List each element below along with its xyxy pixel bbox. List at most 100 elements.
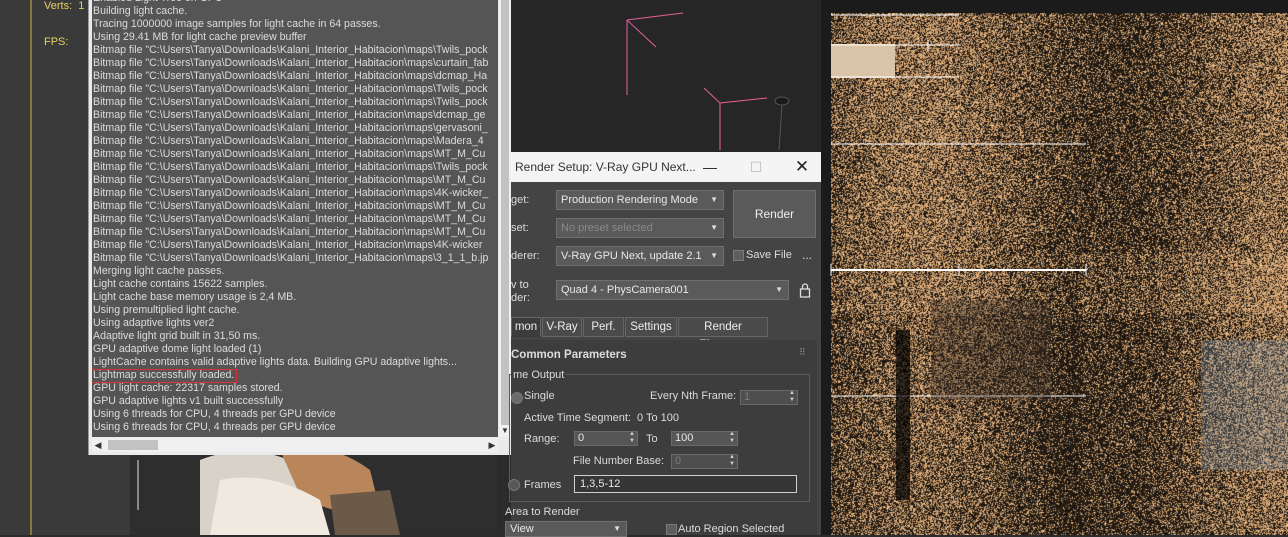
chevron-down-icon: ▼ [613,524,621,533]
maximize-icon[interactable]: ☐ [733,152,779,182]
log-line: Bitmap file "C:\Users\Tanya\Downloads\Ka… [93,83,488,95]
log-line: Bitmap file "C:\Users\Tanya\Downloads\Ka… [93,70,488,82]
view-to-render-label-line2: der: [511,292,530,304]
frames-input[interactable]: 1,3,5-12 [574,475,797,493]
range-end-value: 100 [675,432,694,444]
log-line: Using 29.41 MB for light cache preview b… [93,31,307,43]
log-line: LightCache contains valid adaptive light… [93,356,457,368]
scroll-right-arrow-icon[interactable]: ▶ [486,438,498,452]
frames-value: 1,3,5-12 [580,478,621,490]
vray-log-window[interactable]: Enabled Light Tree on GPUBuilding light … [88,0,513,455]
chevron-down-icon: ▼ [710,195,718,204]
tab-common[interactable]: mon [511,317,541,337]
every-nth-frame-spinner[interactable]: 1 ▲ ▼ [740,390,798,405]
auto-region-selected-checkbox[interactable] [666,524,677,535]
file-number-base-spinner[interactable]: 0 ▲ ▼ [671,454,738,469]
minimize-icon[interactable]: — [687,152,733,182]
log-line: Bitmap file "C:\Users\Tanya\Downloads\Ka… [93,174,486,186]
time-output-label: me Output [511,369,567,381]
tab-settings[interactable]: Settings [625,317,677,337]
log-horizontal-scroll-thumb[interactable] [108,440,158,450]
range-label: Range: [524,433,560,445]
lock-icon[interactable] [799,282,811,298]
dialog-title-bar[interactable]: Render Setup: V-Ray GPU Next... — ☐ ✕ [511,152,821,182]
log-line: Using 6 threads for CPU, 4 threads per G… [93,421,336,433]
log-vertical-scrollbar[interactable]: ▼ [499,0,511,437]
log-line: Bitmap file "C:\Users\Tanya\Downloads\Ka… [93,252,489,264]
range-start-value: 0 [578,432,585,444]
log-line: Using 6 threads for CPU, 4 threads per G… [93,408,336,420]
active-time-segment-label: Active Time Segment: [524,412,631,424]
log-line: Bitmap file "C:\Users\Tanya\Downloads\Ka… [93,239,483,251]
log-line: Light cache base memory usage is 2,4 MB. [93,291,297,303]
active-time-segment-value: 0 To 100 [637,412,680,424]
spinner-arrows-icon[interactable]: ▲ ▼ [629,431,635,445]
preset-value: No preset selected [561,222,653,234]
save-file-label: Save File [746,249,792,261]
view-to-render-value: Quad 4 - PhysCamera001 [561,284,689,296]
log-line: Using premultiplied light cache. [93,304,240,316]
renderer-value: V-Ray GPU Next, update 2.1 [561,250,702,262]
rollout-grip-icon: ⠿ [799,347,806,357]
log-line: Tracing 1000000 image samples for light … [93,18,381,30]
tab-render-elements[interactable]: Render Elements [678,317,768,351]
file-number-base-label: File Number Base: [573,455,665,467]
common-parameters-rollout[interactable]: Common Parameters ⠿ me Output Single Eve… [505,340,817,537]
auto-region-selected-label: Auto Region Selected [678,523,785,535]
single-radio[interactable] [511,392,523,404]
close-icon[interactable]: ✕ [779,152,825,182]
viewport-stats: Verts: 1 FPS: [44,0,84,72]
render-setup-dialog[interactable]: Render Setup: V-Ray GPU Next... — ☐ ✕ ge… [505,152,821,537]
area-to-render-value: View [510,523,534,535]
log-horizontal-scrollbar[interactable]: ◀ ▶ [92,438,498,452]
save-file-browse-button[interactable]: ... [802,248,812,262]
chevron-down-icon: ▼ [710,251,718,260]
range-end-spinner[interactable]: 100 ▲ ▼ [671,431,738,446]
log-text-area[interactable]: Enabled Light Tree on GPUBuilding light … [92,0,498,437]
log-vertical-scroll-thumb[interactable] [501,0,509,425]
rollout-title: Common Parameters [511,349,627,361]
dialog-title: Render Setup: V-Ray GPU Next... [515,160,696,174]
tab-perf[interactable]: Perf. [583,317,624,337]
log-line: Bitmap file "C:\Users\Tanya\Downloads\Ka… [93,44,488,56]
tab-vray[interactable]: V-Ray [542,317,582,337]
renderer-dropdown[interactable]: V-Ray GPU Next, update 2.1 ▼ [556,246,724,266]
frames-radio[interactable] [508,479,520,491]
log-line: GPU adaptive lights v1 built successfull… [93,395,284,407]
area-to-render-label: Area to Render [505,506,580,518]
chevron-down-icon: ▼ [775,285,783,294]
target-value: Production Rendering Mode [561,194,698,206]
viewport-border [30,0,32,535]
spinner-arrows-icon[interactable]: ▲ ▼ [729,431,735,445]
log-line: Using adaptive lights ver2 [93,317,215,329]
spinner-arrows-icon[interactable]: ▲ ▼ [789,390,795,404]
vray-frame-buffer[interactable] [821,0,1288,535]
preset-dropdown[interactable]: No preset selected ▼ [556,218,724,238]
log-line: Bitmap file "C:\Users\Tanya\Downloads\Ka… [93,161,488,173]
log-line-highlight [92,369,237,383]
target-dropdown[interactable]: Production Rendering Mode ▼ [556,190,724,210]
log-line: Bitmap file "C:\Users\Tanya\Downloads\Ka… [93,200,486,212]
log-line: Bitmap file "C:\Users\Tanya\Downloads\Ka… [93,135,484,147]
every-nth-frame-value: 1 [744,391,751,403]
range-start-spinner[interactable]: 0 ▲ ▼ [574,431,638,446]
file-number-base-value: 0 [675,455,682,467]
scroll-left-arrow-icon[interactable]: ◀ [92,438,104,452]
every-nth-frame-label: Every Nth Frame: [650,390,737,402]
log-line: Bitmap file "C:\Users\Tanya\Downloads\Ka… [93,226,486,238]
log-line: Light cache contains 15622 samples. [93,278,268,290]
log-line: Bitmap file "C:\Users\Tanya\Downloads\Ka… [93,109,486,121]
viewport-top-middle[interactable] [511,0,821,152]
log-line: Building light cache. [93,5,188,17]
spinner-arrows-icon[interactable]: ▲ ▼ [729,454,735,468]
save-file-checkbox[interactable] [733,250,744,261]
verts-label: Verts: [44,0,73,12]
single-label: Single [524,390,555,402]
log-line: Bitmap file "C:\Users\Tanya\Downloads\Ka… [93,122,488,134]
range-to-label: To [646,433,658,445]
render-button[interactable]: Render [733,190,816,238]
frames-label: Frames [524,479,562,491]
log-line: Bitmap file "C:\Users\Tanya\Downloads\Ka… [93,213,486,225]
view-to-render-dropdown[interactable]: Quad 4 - PhysCamera001 ▼ [556,280,789,300]
verts-value: 1 [78,0,85,12]
